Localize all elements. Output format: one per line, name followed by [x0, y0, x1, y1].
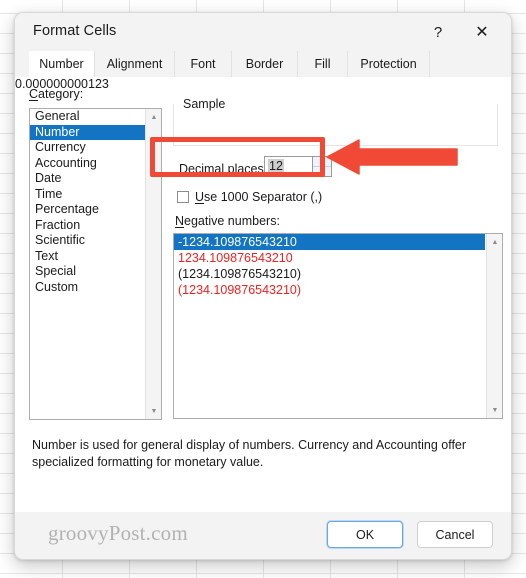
dialog-title: Format Cells: [33, 23, 117, 39]
format-cells-dialog: Format Cells ? ✕ Number Alignment Font B…: [14, 12, 512, 560]
scroll-down-icon[interactable]: ▼: [146, 403, 161, 419]
tab-protection[interactable]: Protection: [348, 51, 430, 77]
category-item-text[interactable]: Text: [30, 249, 146, 265]
number-tab-panel: Category: General Number Currency Accoun…: [15, 77, 511, 514]
category-item-number[interactable]: Number: [30, 124, 146, 140]
scroll-down-icon[interactable]: ▼: [487, 402, 502, 418]
negative-format-option[interactable]: (1234.109876543210): [174, 266, 485, 282]
decimal-places-input[interactable]: 12: [264, 156, 312, 177]
scroll-up-icon[interactable]: ▲: [146, 109, 161, 125]
category-item-date[interactable]: Date: [30, 171, 146, 187]
negative-numbers-items: -1234.109876543210 1234.109876543210 (12…: [174, 234, 485, 298]
category-item-fraction[interactable]: Fraction: [30, 218, 146, 234]
tab-number[interactable]: Number: [29, 51, 95, 77]
tab-alignment[interactable]: Alignment: [95, 51, 175, 77]
checkbox-box[interactable]: [177, 191, 189, 203]
decimal-places-stepper[interactable]: ▲ ▼: [312, 156, 332, 177]
tab-fill[interactable]: Fill: [298, 51, 348, 77]
category-item-percentage[interactable]: Percentage: [30, 202, 146, 218]
category-description: Number is used for general display of nu…: [32, 438, 467, 469]
negative-format-option[interactable]: (1234.109876543210): [174, 282, 485, 298]
help-icon[interactable]: ?: [423, 19, 453, 45]
decimal-places-value: 12: [268, 159, 284, 173]
negative-numbers-scrollbar[interactable]: ▲ ▼: [486, 234, 502, 418]
decimal-places-label: Decimal places:: [179, 162, 268, 176]
ok-button[interactable]: OK: [327, 521, 403, 548]
cancel-button[interactable]: Cancel: [417, 521, 493, 548]
negative-numbers-label: Negative numbers:: [175, 214, 280, 228]
tab-font[interactable]: Font: [175, 51, 232, 77]
scroll-up-icon[interactable]: ▲: [487, 234, 502, 250]
category-item-special[interactable]: Special: [30, 264, 146, 280]
tab-strip: Number Alignment Font Border Fill Protec…: [15, 51, 511, 77]
category-label: Category:: [29, 87, 84, 101]
negative-format-option[interactable]: 1234.109876543210: [174, 250, 485, 266]
negative-numbers-listbox[interactable]: -1234.109876543210 1234.109876543210 (12…: [173, 233, 503, 419]
category-item-custom[interactable]: Custom: [30, 280, 146, 296]
dialog-footer: groovyPost.com OK Cancel: [15, 512, 511, 559]
category-items: General Number Currency Accounting Date …: [30, 109, 146, 295]
use-1000-separator-checkbox[interactable]: Use 1000 Separator (,): [177, 190, 322, 204]
watermark: groovyPost.com: [48, 521, 188, 545]
close-icon[interactable]: ✕: [467, 19, 497, 45]
category-item-accounting[interactable]: Accounting: [30, 156, 146, 172]
use-1000-separator-label: Use 1000 Separator (,): [195, 190, 323, 204]
category-item-scientific[interactable]: Scientific: [30, 233, 146, 249]
category-item-general[interactable]: General: [30, 109, 146, 125]
sample-label: Sample: [179, 97, 230, 111]
sample-value: 0.000000000123: [15, 77, 109, 91]
category-listbox[interactable]: General Number Currency Accounting Date …: [29, 108, 162, 420]
category-scrollbar[interactable]: ▲ ▼: [145, 109, 161, 419]
category-item-time[interactable]: Time: [30, 187, 146, 203]
stepper-down-icon[interactable]: ▼: [313, 165, 331, 177]
tab-border[interactable]: Border: [232, 51, 298, 77]
dialog-titlebar: Format Cells ? ✕: [15, 13, 511, 51]
negative-format-option[interactable]: -1234.109876543210: [174, 234, 485, 250]
category-item-currency[interactable]: Currency: [30, 140, 146, 156]
